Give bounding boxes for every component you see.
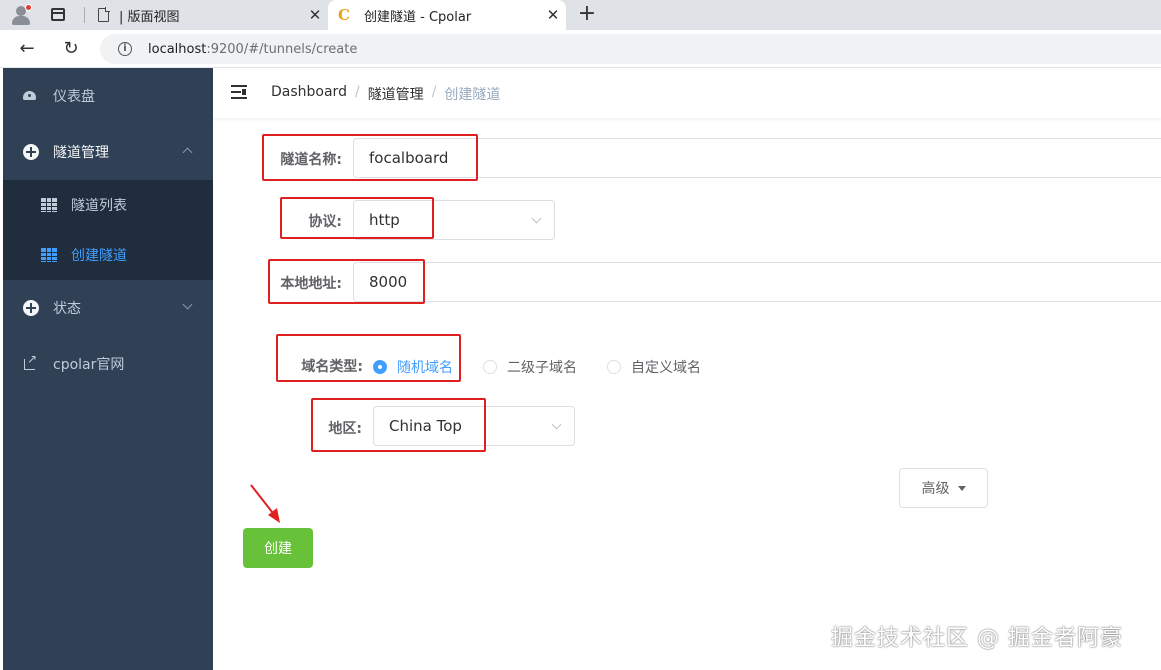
watermark-text: 掘金技术社区 @ 掘金者阿豪: [831, 626, 1123, 651]
radio-custom-domain[interactable]: 自定义域名: [607, 357, 701, 377]
new-tab-plus-icon[interactable]: +: [576, 2, 598, 26]
chevron-down-icon: [182, 299, 193, 310]
sidebar-item-cpolar-website[interactable]: cpolar官网: [3, 336, 213, 392]
sidebar-item-tunnel-list[interactable]: 隧道列表: [3, 180, 213, 230]
breadcrumb-separator: /: [354, 84, 360, 100]
sidebar-item-tunnel-management[interactable]: 隧道管理: [3, 124, 213, 180]
tab-actions-icon[interactable]: [51, 8, 65, 21]
breadcrumb: Dashboard / 隧道管理 / 创建隧道: [271, 84, 500, 104]
url-path: :9200/#/tunnels/create: [206, 41, 358, 57]
sidebar-item-label: 状态: [53, 301, 81, 317]
radio-label: 随机域名: [397, 360, 453, 376]
radio-unchecked-icon: [607, 360, 621, 374]
annotation-arrow-icon: [250, 484, 280, 523]
region-select[interactable]: China Top: [373, 406, 575, 446]
cpolar-favicon-icon: C: [338, 6, 350, 24]
domain-type-label: 域名类型:: [301, 359, 363, 375]
protocol-select[interactable]: http: [353, 200, 555, 240]
browser-tab-create-tunnel[interactable]: C 创建隧道 - Cpolar ✕: [328, 0, 566, 30]
tab-title: | 版面视图: [119, 9, 180, 25]
sidebar: 仪表盘 隧道管理 隧道列表 创建隧道 状态 cpolar官网: [3, 68, 213, 670]
collapse-sidebar-icon[interactable]: [231, 85, 247, 99]
sidebar-item-label: 创建隧道: [71, 248, 127, 264]
sidebar-item-label: 隧道管理: [53, 145, 109, 161]
breadcrumb-parent[interactable]: 隧道管理: [368, 84, 424, 104]
advanced-label: 高级: [921, 481, 950, 497]
grid-icon: [41, 248, 57, 262]
url-field[interactable]: i localhost:9200/#/tunnels/create: [100, 34, 1161, 64]
url-host: localhost: [148, 41, 207, 57]
radio-unchecked-icon: [483, 360, 497, 374]
breadcrumb-separator: /: [431, 84, 437, 100]
local-address-label: 本地地址:: [280, 276, 342, 292]
sidebar-item-dashboard[interactable]: 仪表盘: [3, 68, 213, 124]
tab-title: 创建隧道 - Cpolar: [364, 9, 472, 25]
radio-subdomain[interactable]: 二级子域名: [483, 357, 577, 377]
create-button[interactable]: 创建: [243, 528, 313, 568]
breadcrumb-home[interactable]: Dashboard: [271, 84, 347, 104]
sidebar-item-status[interactable]: 状态: [3, 280, 213, 336]
sidebar-item-label: cpolar官网: [53, 357, 125, 373]
site-info-icon[interactable]: i: [118, 42, 132, 56]
region-value: China Top: [389, 417, 462, 435]
external-link-icon: [23, 352, 39, 372]
caret-down-icon: [957, 485, 966, 491]
url-text: localhost:9200/#/tunnels/create: [148, 42, 357, 57]
radio-random-domain[interactable]: 随机域名: [373, 357, 453, 377]
top-navbar: Dashboard / 隧道管理 / 创建隧道: [213, 68, 1161, 118]
chevron-down-icon: [531, 213, 542, 224]
protocol-value: http: [369, 211, 400, 229]
plus-circle-icon: [23, 144, 39, 160]
browser-tab-bar: | 版面视图 ✕ C 创建隧道 - Cpolar ✕ +: [0, 0, 1161, 30]
reload-icon[interactable]: ↻: [58, 36, 84, 62]
radio-checked-icon: [373, 360, 387, 374]
profile-avatar-icon[interactable]: [10, 4, 32, 26]
tunnel-name-label: 隧道名称:: [280, 152, 342, 168]
plus-circle-icon: [23, 300, 39, 316]
tunnel-name-input[interactable]: focalboard: [353, 138, 1161, 178]
page-icon: [98, 7, 110, 22]
region-label: 地区:: [328, 421, 362, 437]
protocol-label: 协议:: [308, 214, 342, 230]
radio-label: 自定义域名: [631, 360, 701, 376]
radio-label: 二级子域名: [507, 360, 577, 376]
sidebar-item-label: 仪表盘: [53, 89, 95, 105]
back-arrow-icon[interactable]: ←: [14, 36, 40, 62]
address-bar: ← ↻ i localhost:9200/#/tunnels/create: [0, 30, 1161, 68]
advanced-dropdown-button[interactable]: 高级: [899, 468, 988, 508]
close-tab-icon[interactable]: ✕: [540, 6, 566, 24]
close-tab-icon[interactable]: ✕: [302, 6, 328, 24]
local-address-input[interactable]: 8000: [353, 262, 1161, 302]
dashboard-icon: [23, 88, 39, 104]
chevron-up-icon: [182, 147, 193, 158]
breadcrumb-current: 创建隧道: [444, 87, 501, 103]
sidebar-item-label: 隧道列表: [71, 198, 127, 214]
sidebar-item-create-tunnel[interactable]: 创建隧道: [3, 230, 213, 280]
browser-tab-layout-view[interactable]: | 版面视图 ✕: [84, 0, 328, 30]
chevron-down-icon: [551, 419, 562, 430]
grid-icon: [41, 198, 57, 212]
